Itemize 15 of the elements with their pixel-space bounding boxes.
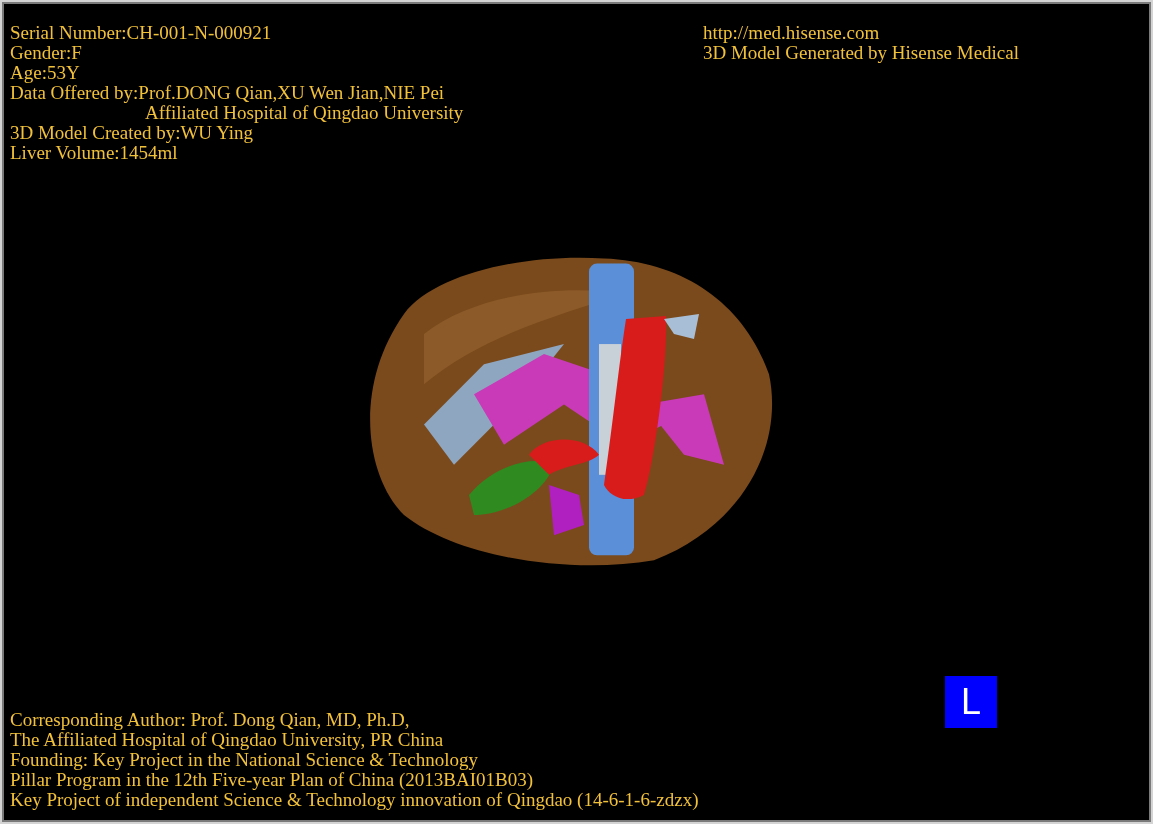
info-text: The Affiliated Hospital of Qingdao University, PR China bbox=[10, 730, 445, 750]
info-text: Corresponding Author: Prof. Dong Qian, MD, Ph.D, bbox=[10, 710, 411, 730]
info-text: Gender:F bbox=[10, 43, 83, 63]
info-text: Affiliated Hospital of Qingdao University bbox=[145, 103, 464, 123]
info-text: Key Project of independent Science & Technology innovation of Qingdao (14-6-1-6-zdzx) bbox=[10, 790, 699, 810]
info-text: 3D Model Generated by Hisense Medical bbox=[702, 43, 1019, 63]
info-text: Founding: Key Project in the National Science & Technology bbox=[10, 750, 479, 770]
info-text: Data Offered by:Prof.DONG Qian,XU Wen Jian,NIE Pei bbox=[10, 83, 446, 103]
info-text: Liver Volume:1454ml bbox=[10, 143, 178, 163]
orientation-marker: L bbox=[945, 676, 997, 728]
info-text: 3D Model Created by:WU Ying bbox=[10, 123, 254, 143]
info-text: Pillar Program in the 12th Five-year Plan of China (2013BAI01B03) bbox=[10, 770, 534, 790]
info-text: Age:53Y bbox=[10, 63, 81, 83]
info-text: http://med.hisense.com bbox=[702, 23, 881, 43]
info-text: Serial Number:CH-001-N-000921 bbox=[10, 23, 273, 43]
